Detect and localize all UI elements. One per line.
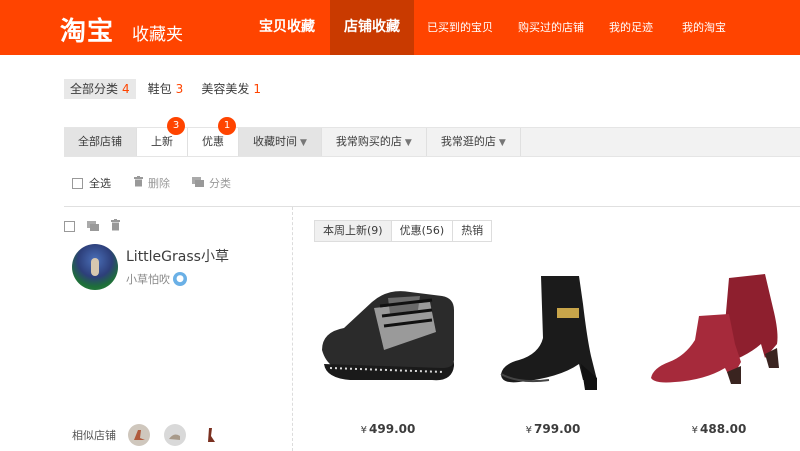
tab-label: 我常购买的店 — [335, 135, 402, 148]
category-count: 1 — [253, 82, 261, 96]
classify-label: 分类 — [209, 177, 231, 190]
nav-item-footprints[interactable]: 我的足迹 — [596, 0, 666, 55]
main-nav: 宝贝收藏 店铺收藏 已买到的宝贝 购买过的店铺 我的足迹 我的淘宝 — [244, 0, 742, 55]
product-card[interactable]: ¥499.00 — [314, 268, 462, 436]
tab-favorite-time[interactable]: 收藏时间 ▼ — [239, 128, 322, 156]
store-item-tools — [64, 219, 131, 234]
tab-frequently-bought[interactable]: 我常购买的店 ▼ — [322, 128, 427, 156]
product-image[interactable] — [314, 268, 462, 401]
tab-discounts[interactable]: 优惠 1 — [188, 117, 239, 156]
product-price: ¥799.00 — [479, 422, 627, 436]
folder-icon[interactable] — [87, 220, 100, 234]
nav-item-my-taobao[interactable]: 我的淘宝 — [666, 0, 742, 55]
nav-item-favorite-items[interactable]: 宝贝收藏 — [244, 0, 330, 55]
folder-icon — [192, 176, 205, 190]
select-all-control[interactable]: 全选 — [72, 175, 111, 191]
price-value: 799.00 — [534, 422, 581, 436]
product-card[interactable]: ¥488.00 — [645, 268, 793, 436]
currency-symbol: ¥ — [525, 425, 533, 436]
bulk-toolbar: 全选 删除 分类 — [72, 175, 253, 191]
store-name[interactable]: LittleGrass小草 — [126, 246, 229, 266]
avatar-figure — [91, 258, 99, 276]
category-label: 全部分类 — [70, 82, 119, 96]
category-filter: 全部分类 4 鞋包 3 美容美发 1 — [64, 79, 273, 99]
tab-product-discounts[interactable]: 优惠(56) — [390, 220, 454, 242]
product-card[interactable]: ¥799.00 — [479, 268, 627, 436]
tab-label: 全部店铺 — [78, 135, 122, 148]
delete-button[interactable]: 删除 — [133, 175, 170, 191]
tab-label: 收藏时间 — [253, 135, 297, 148]
select-all-checkbox[interactable] — [72, 177, 83, 189]
product-price: ¥488.00 — [645, 422, 793, 436]
nav-item-favorite-stores[interactable]: 店铺收藏 — [330, 0, 414, 55]
product-image[interactable] — [479, 268, 627, 401]
sneaker-image — [322, 291, 454, 381]
similar-stores-label: 相似店铺 — [72, 429, 116, 442]
store-select-checkbox[interactable] — [64, 221, 75, 232]
tab-new-arrivals[interactable]: 上新 3 — [137, 117, 188, 156]
nav-item-bought-stores[interactable]: 购买过的店铺 — [506, 0, 596, 55]
top-header: 淘宝 收藏夹 宝贝收藏 店铺收藏 已买到的宝贝 购买过的店铺 我的足迹 我的淘宝 — [0, 0, 800, 55]
tab-new-this-week[interactable]: 本周上新(9) — [314, 220, 392, 242]
category-all[interactable]: 全部分类 4 — [64, 79, 136, 99]
category-label: 美容美发 — [201, 82, 250, 96]
product-price: ¥499.00 — [314, 422, 462, 436]
nav-item-bought-items[interactable]: 已买到的宝贝 — [414, 0, 506, 55]
sort-down-icon: ▼ — [498, 138, 506, 148]
water-drop-icon: ● — [173, 272, 187, 286]
category-count: 3 — [175, 82, 184, 96]
taobao-logo[interactable]: 淘宝 — [60, 11, 114, 48]
currency-symbol: ¥ — [360, 425, 368, 436]
section-divider — [64, 206, 800, 207]
price-value: 488.00 — [700, 422, 747, 436]
tab-frequently-visited[interactable]: 我常逛的店 ▼ — [427, 128, 521, 156]
category-beauty[interactable]: 美容美发 1 — [195, 79, 267, 99]
column-divider — [292, 207, 293, 451]
black-boot-image — [500, 276, 597, 390]
tab-all-stores[interactable]: 全部店铺 — [64, 128, 137, 156]
trash-icon[interactable] — [110, 219, 121, 234]
similar-store-thumb[interactable] — [128, 424, 150, 446]
trash-icon — [133, 176, 144, 190]
product-tabs: 本周上新(9) 优惠(56) 热销 — [314, 220, 493, 242]
tab-label: 我常逛的店 — [440, 135, 496, 148]
tab-label: 上新 — [151, 135, 173, 148]
discount-count-badge: 1 — [218, 117, 236, 135]
new-count-badge: 3 — [167, 117, 185, 135]
tab-label: 优惠 — [202, 135, 224, 148]
red-boot-image — [651, 274, 779, 384]
similar-store-thumb[interactable] — [164, 424, 186, 446]
store-avatar[interactable] — [72, 244, 118, 290]
price-value: 499.00 — [369, 422, 416, 436]
favorites-title: 收藏夹 — [132, 25, 183, 45]
sort-down-icon: ▼ — [404, 138, 412, 148]
store-subtitle: 小草怕吹 — [126, 273, 170, 286]
product-image[interactable] — [645, 268, 793, 401]
store-sort-tabs: 全部店铺 上新 3 优惠 1 收藏时间 ▼ 我常购买的店 ▼ 我常逛的店 ▼ — [64, 117, 800, 157]
select-all-label: 全选 — [89, 177, 111, 190]
delete-label: 删除 — [148, 177, 170, 190]
category-count: 4 — [122, 82, 130, 96]
store-subtitle-row: 小草怕吹 ● — [126, 271, 187, 287]
category-label: 鞋包 — [147, 82, 172, 96]
currency-symbol: ¥ — [691, 425, 699, 436]
category-shoes-bags[interactable]: 鞋包 3 — [142, 79, 190, 99]
sort-down-icon: ▼ — [300, 138, 307, 148]
similar-store-thumb[interactable] — [200, 424, 222, 446]
classify-button[interactable]: 分类 — [192, 175, 231, 191]
similar-stores: 相似店铺 — [72, 424, 236, 446]
tab-hot-sales[interactable]: 热销 — [452, 220, 493, 242]
